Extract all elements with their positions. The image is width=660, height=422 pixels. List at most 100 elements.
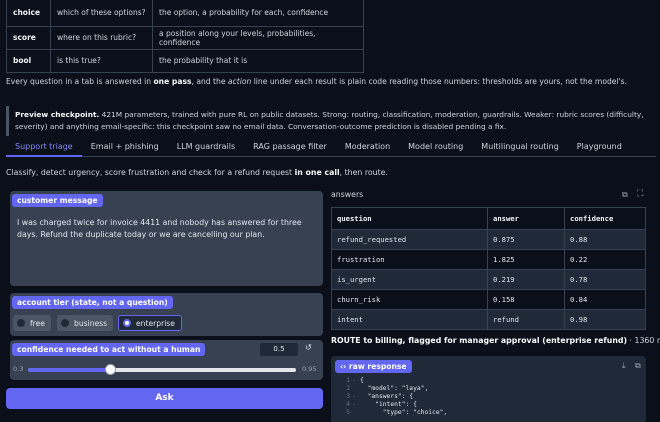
slider-max: 0.95: [302, 365, 317, 373]
table-row: bool is this true? the probability that …: [6, 48, 364, 73]
fold-icon[interactable]: -: [352, 401, 360, 409]
cell: 0.78: [564, 269, 646, 290]
route-text: ROUTE to billing, flagged for manager ap…: [331, 336, 628, 345]
cell: 1.825: [487, 249, 565, 270]
cell: refund_requested: [331, 229, 488, 250]
raw-json-code: 1-{ 2 "model": "laya", 3- "answers": { 4…: [334, 377, 644, 417]
ask-button[interactable]: Ask: [6, 388, 323, 409]
code-text: "intent": {: [360, 401, 417, 408]
column-header: question: [331, 207, 488, 230]
code-text: "answers": {: [360, 393, 414, 400]
code-text: {: [360, 377, 364, 384]
code-line: 1-{: [334, 377, 644, 385]
route-result: ROUTE to billing, flagged for manager ap…: [331, 336, 660, 345]
notice-text: 421M parameters, trained with pure RL on…: [15, 110, 644, 131]
fold-icon[interactable]: -: [352, 393, 360, 401]
customer-message-input[interactable]: I was charged twice for invoice 4411 and…: [17, 217, 315, 241]
table-row: score where on this rubric? a position a…: [6, 25, 364, 50]
radio-label: business: [74, 318, 108, 328]
cell: refund: [487, 309, 565, 330]
column-header: answer: [487, 207, 565, 230]
instr-text: , then route.: [339, 168, 388, 177]
copy-icon[interactable]: ⧉: [635, 361, 641, 371]
slider-min: 0.3: [13, 365, 24, 373]
type-key: choice: [6, 0, 51, 27]
radio-label: free: [30, 318, 45, 328]
type-question: which of these options?: [50, 0, 153, 27]
tab-multilingual-routing[interactable]: Multilingual routing: [472, 140, 567, 157]
cell: 0.98: [564, 309, 646, 330]
answers-label: answers: [331, 190, 364, 199]
instr-text: Classify, detect urgency, score frustrat…: [6, 168, 295, 177]
type-key: bool: [6, 48, 51, 73]
type-description: the probability that it is: [152, 48, 364, 73]
tab-moderation[interactable]: Moderation: [336, 140, 399, 157]
instr-bold: in one call: [294, 168, 340, 177]
radio-icon: [17, 319, 25, 327]
tier-option-business[interactable]: business: [57, 315, 114, 331]
download-icon[interactable]: ⤓: [622, 361, 626, 371]
code-line: 4- "intent": {: [334, 401, 644, 409]
tab-llm-guardrails[interactable]: LLM guardrails: [168, 140, 244, 157]
para-text: , and the: [191, 77, 228, 86]
column-header: confidence: [564, 207, 646, 230]
table-header-row: question answer confidence: [331, 207, 646, 230]
tab-rag-passage-filter[interactable]: RAG passage filter: [244, 140, 336, 157]
line-number: 1: [346, 377, 350, 384]
cell: 0.84: [564, 289, 646, 310]
raw-label-text: raw response: [348, 362, 407, 371]
tab-playground[interactable]: Playground: [568, 140, 631, 157]
tab-model-routing[interactable]: Model routing: [399, 140, 472, 157]
reset-icon[interactable]: ↺: [305, 343, 312, 352]
confidence-number-input[interactable]: 0.5: [260, 343, 298, 356]
account-tier-label: account tier (state, not a question): [12, 296, 173, 309]
para-text: Every question in a tab is answered in: [6, 77, 154, 86]
line-number: 4: [346, 401, 350, 408]
table-row: frustration 1.825 0.22: [331, 249, 646, 270]
question-types-table: choice which of these options? the optio…: [6, 0, 364, 73]
code-line: 2 "model": "laya",: [334, 385, 644, 393]
para-italic: action: [227, 77, 252, 86]
para-bold: one pass: [153, 77, 192, 86]
tab-support-triage[interactable]: Support triage: [6, 140, 82, 157]
radio-selected-icon: [123, 319, 131, 327]
table-row: choice which of these options? the optio…: [6, 0, 364, 27]
radio-icon: [61, 319, 69, 327]
tier-option-enterprise[interactable]: enterprise: [118, 315, 182, 331]
type-question: is this true?: [50, 48, 153, 73]
table-row: refund_requested 0.875 0.88: [331, 229, 646, 250]
cell: frustration: [331, 249, 488, 270]
notice-title: Preview checkpoint.: [15, 110, 100, 119]
type-question: where on this rubric?: [50, 25, 153, 50]
table-row: churn_risk 0.158 0.84: [331, 289, 646, 310]
cell: 0.22: [564, 249, 646, 270]
slider-fill: [28, 368, 111, 372]
copy-icon[interactable]: ⧉: [622, 190, 628, 200]
code-icon: ‹›: [340, 362, 349, 371]
cell: churn_risk: [331, 289, 488, 310]
preview-notice: Preview checkpoint. 421M parameters, tra…: [6, 106, 656, 136]
code-text: "type": "choice",: [360, 409, 448, 416]
tier-option-free[interactable]: free: [13, 315, 51, 331]
cell: intent: [331, 309, 488, 330]
line-number: 2: [346, 385, 350, 392]
confidence-slider[interactable]: [28, 364, 296, 375]
route-timing: · 1360 ms: [629, 336, 660, 345]
tab-bar: Support triage Email + phishing LLM guar…: [6, 140, 656, 157]
radio-label: enterprise: [136, 318, 175, 328]
table-row: is_urgent 0.219 0.78: [331, 269, 646, 290]
type-key: score: [6, 25, 51, 50]
tab-email-phishing[interactable]: Email + phishing: [82, 140, 168, 157]
fold-icon[interactable]: -: [352, 377, 360, 385]
customer-message-label: customer message: [12, 194, 103, 207]
code-line: 5 "type": "choice",: [334, 409, 644, 417]
type-description: a position along your levels, probabilit…: [152, 25, 364, 50]
cell: 0.219: [487, 269, 565, 290]
expand-icon[interactable]: ⛶: [637, 189, 643, 199]
confidence-label: confidence needed to act without a human: [12, 343, 206, 356]
cell: 0.88: [564, 229, 646, 250]
line-number: 5: [346, 409, 350, 416]
type-description: the option, a probability for each, conf…: [152, 0, 364, 27]
cell: is_urgent: [331, 269, 488, 290]
line-number: 3: [346, 393, 350, 400]
